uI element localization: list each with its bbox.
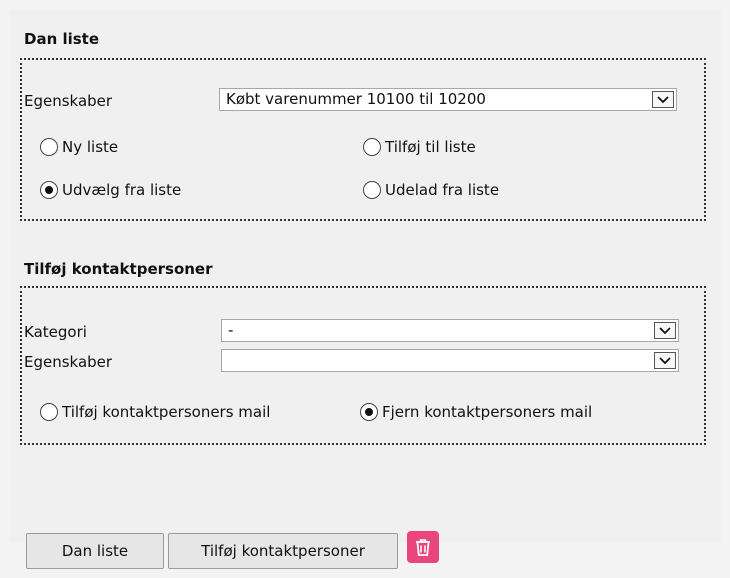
radio-tilfoj-til-liste-label: Tilføj til liste bbox=[385, 138, 476, 156]
kategori-select-value: - bbox=[228, 321, 234, 339]
radio-udelad-fra-liste[interactable]: Udelad fra liste bbox=[363, 181, 499, 199]
kategori-select[interactable]: - bbox=[221, 319, 679, 342]
egenskaber-label: Egenskaber bbox=[24, 92, 113, 110]
radio-fjern-kontakt-mail-circle[interactable] bbox=[360, 403, 378, 421]
dan-liste-button[interactable]: Dan liste bbox=[26, 533, 164, 569]
radio-tilfoj-kontakt-mail-circle[interactable] bbox=[40, 403, 58, 421]
egenskaber-select-value: Købt varenummer 10100 til 10200 bbox=[226, 90, 486, 108]
radio-udvaelg-fra-liste-label: Udvælg fra liste bbox=[62, 181, 182, 199]
radio-udelad-fra-liste-circle[interactable] bbox=[363, 181, 381, 199]
radio-udelad-fra-liste-label: Udelad fra liste bbox=[385, 181, 500, 199]
kontakt-title: Tilføj kontaktpersoner bbox=[24, 260, 213, 278]
radio-tilfoj-til-liste[interactable]: Tilføj til liste bbox=[363, 138, 476, 156]
radio-tilfoj-til-liste-circle[interactable] bbox=[363, 138, 381, 156]
chevron-down-icon[interactable] bbox=[652, 91, 674, 108]
chevron-down-icon[interactable] bbox=[654, 352, 676, 369]
delete-button[interactable] bbox=[407, 531, 439, 563]
radio-fjern-kontakt-mail[interactable]: Fjern kontaktpersoners mail bbox=[360, 403, 592, 421]
radio-udvaelg-fra-liste-circle[interactable] bbox=[40, 181, 58, 199]
tilfoj-kontaktpersoner-button[interactable]: Tilføj kontaktpersoner bbox=[168, 533, 398, 569]
radio-ny-liste-circle[interactable] bbox=[40, 138, 58, 156]
trash-icon bbox=[416, 539, 430, 556]
radio-ny-liste[interactable]: Ny liste bbox=[40, 138, 118, 156]
dan-liste-title: Dan liste bbox=[24, 30, 100, 48]
radio-fjern-kontakt-mail-label: Fjern kontaktpersoners mail bbox=[382, 403, 593, 421]
radio-udvaelg-fra-liste[interactable]: Udvælg fra liste bbox=[40, 181, 181, 199]
kontakt-egenskaber-select[interactable] bbox=[221, 349, 679, 372]
radio-ny-liste-label: Ny liste bbox=[62, 138, 119, 156]
radio-tilfoj-kontakt-mail-label: Tilføj kontaktpersoners mail bbox=[62, 403, 271, 421]
egenskaber-select[interactable]: Købt varenummer 10100 til 10200 bbox=[219, 88, 677, 111]
kontakt-egenskaber-label: Egenskaber bbox=[24, 353, 113, 371]
chevron-down-icon[interactable] bbox=[654, 322, 676, 339]
radio-tilfoj-kontakt-mail[interactable]: Tilføj kontaktpersoners mail bbox=[40, 403, 270, 421]
kategori-label: Kategori bbox=[24, 323, 87, 341]
